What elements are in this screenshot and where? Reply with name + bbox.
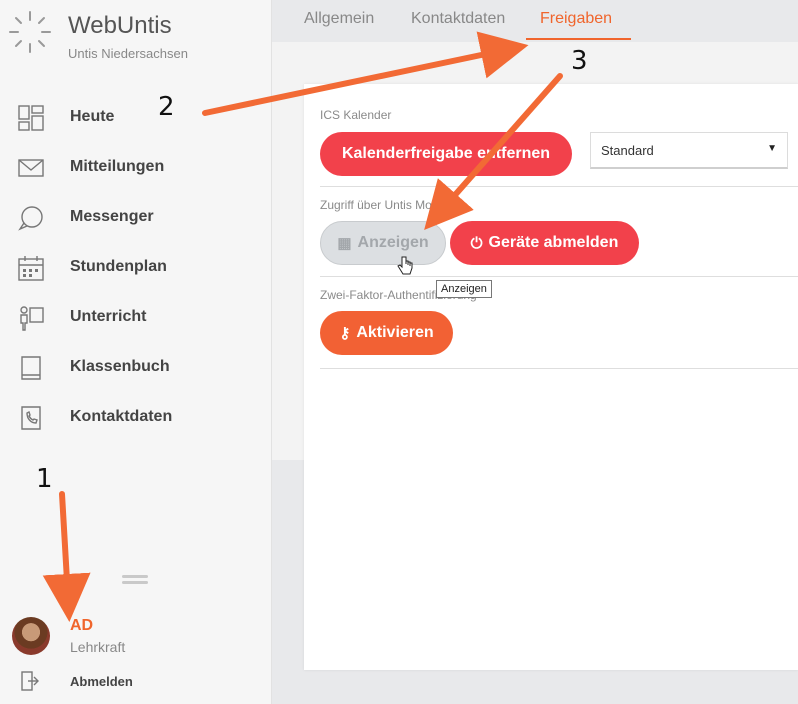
webuntis-logo-icon xyxy=(9,11,51,53)
show-qr-label: Anzeigen xyxy=(357,234,429,251)
sidebar: WebUntis Untis Niedersachsen Heute Mitte… xyxy=(0,0,272,704)
sidebar-nav: Heute Mitteilungen Messenger Stundenplan… xyxy=(0,92,271,442)
user-profile[interactable]: AD Lehrkraft xyxy=(10,615,260,660)
annotation-label-2: 2 xyxy=(158,92,175,122)
sidebar-item-heute[interactable]: Heute xyxy=(0,92,271,142)
sidebar-item-label: Heute xyxy=(70,108,115,125)
dashboard-icon xyxy=(18,105,44,131)
brand-title: WebUntis xyxy=(68,12,172,39)
qr-code-icon: ▦ xyxy=(337,235,352,252)
activate-2fa-label: Aktivieren xyxy=(356,324,434,341)
sidebar-item-unterricht[interactable]: Unterricht xyxy=(0,292,271,342)
power-icon: ⏻ xyxy=(470,234,483,252)
key-icon: ⚷ xyxy=(339,325,351,342)
book-icon xyxy=(21,356,41,380)
main-content: Allgemein Kontaktdaten Freigaben ICS Kal… xyxy=(272,0,798,704)
calendar-icon xyxy=(18,256,44,281)
brand: WebUntis Untis Niedersachsen xyxy=(8,10,268,70)
sidebar-item-messenger[interactable]: Messenger xyxy=(0,192,271,242)
sidebar-item-label: Kontaktdaten xyxy=(70,408,173,425)
tab-freigaben[interactable]: Freigaben xyxy=(540,10,612,28)
sidebar-item-label: Unterricht xyxy=(70,308,147,325)
tab-kontaktdaten[interactable]: Kontaktdaten xyxy=(411,10,505,28)
show-qr-button[interactable]: ▦ Anzeigen xyxy=(320,221,446,265)
select-value: Standard xyxy=(601,143,654,158)
sidebar-item-kontaktdaten[interactable]: Kontaktdaten xyxy=(0,392,271,442)
logout-icon xyxy=(21,671,39,691)
contact-book-icon xyxy=(21,406,41,430)
logout-devices-button[interactable]: ⏻ Geräte abmelden xyxy=(450,221,639,265)
sidebar-item-label: Klassenbuch xyxy=(70,358,170,375)
teacher-board-icon xyxy=(20,306,44,331)
sidebar-item-label: Messenger xyxy=(70,208,154,225)
divider xyxy=(320,186,798,187)
freigaben-card: ICS Kalender Kalenderfreigabe entfernen … xyxy=(304,84,798,670)
sidebar-resize-handle[interactable] xyxy=(122,575,148,585)
user-name: AD xyxy=(70,617,94,634)
tab-allgemein[interactable]: Allgemein xyxy=(304,10,374,28)
activate-2fa-button[interactable]: ⚷ Aktivieren xyxy=(320,311,453,355)
divider xyxy=(320,368,798,369)
envelope-icon xyxy=(18,159,44,177)
ics-calendar-select[interactable]: Standard ▼ xyxy=(590,132,788,169)
chat-bubble-icon xyxy=(18,206,43,231)
logout-link[interactable]: Abmelden xyxy=(10,670,260,694)
avatar[interactable] xyxy=(12,617,50,655)
brand-subtitle: Untis Niedersachsen xyxy=(68,46,188,61)
tooltip: Anzeigen xyxy=(436,280,492,298)
sidebar-item-mitteilungen[interactable]: Mitteilungen xyxy=(0,142,271,192)
sidebar-item-label: Stundenplan xyxy=(70,258,167,275)
sidebar-item-label: Mitteilungen xyxy=(70,158,165,175)
hand-cursor-icon xyxy=(397,256,413,275)
active-tab-indicator xyxy=(526,38,631,40)
ics-section-label: ICS Kalender xyxy=(320,108,392,122)
remove-calendar-share-button[interactable]: Kalenderfreigabe entfernen xyxy=(320,132,572,176)
annotation-label-3: 3 xyxy=(571,46,588,76)
annotation-label-1: 1 xyxy=(36,464,53,494)
caret-down-icon: ▼ xyxy=(767,143,777,154)
mobile-section-label: Zugriff über Untis Mobile xyxy=(320,198,451,212)
tab-bar: Allgemein Kontaktdaten Freigaben xyxy=(272,0,798,42)
logout-label: Abmelden xyxy=(70,674,133,689)
divider xyxy=(320,276,798,277)
logout-devices-label: Geräte abmelden xyxy=(488,234,619,251)
sidebar-item-klassenbuch[interactable]: Klassenbuch xyxy=(0,342,271,392)
user-role: Lehrkraft xyxy=(70,639,126,655)
sidebar-item-stundenplan[interactable]: Stundenplan xyxy=(0,242,271,292)
